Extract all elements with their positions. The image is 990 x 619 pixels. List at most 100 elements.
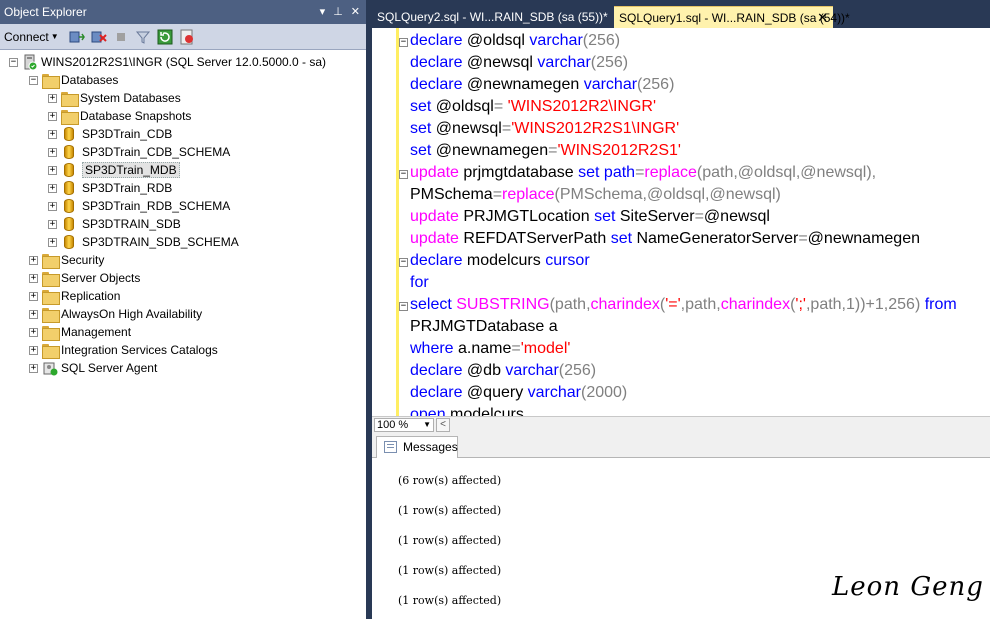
tree-node-label: Management: [61, 325, 132, 339]
zoom-select[interactable]: 100 % ▼: [374, 418, 434, 432]
tree-node-label: SP3DTrain_MDB: [82, 162, 180, 178]
message-line: (6 row(s) affected): [398, 474, 502, 487]
expand-icon[interactable]: +: [48, 111, 57, 121]
expand-icon[interactable]: +: [48, 147, 57, 157]
collapse-region-icon[interactable]: −: [399, 258, 408, 267]
folder-icon: [42, 271, 60, 287]
tree-node-database[interactable]: + SP3DTrain_RDB_SCHEMA: [48, 197, 230, 215]
tree-node-integration-services[interactable]: + Integration Services Catalogs: [29, 341, 218, 359]
sql-agent-icon: [42, 360, 58, 376]
tree-node-server[interactable]: − WINS2012R2S1\INGR (SQL Server 12.0.500…: [9, 53, 326, 71]
code-line: update prjmgtdatabase set path=replace(p…: [410, 164, 877, 181]
folder-icon: [42, 289, 60, 305]
tab-sqlquery1[interactable]: SQLQuery1.sql - WI...RAIN_SDB (sa (54))*…: [614, 6, 850, 29]
folder-icon: [42, 253, 60, 269]
server-label: WINS2012R2S1\INGR (SQL Server 12.0.5000.…: [41, 55, 327, 69]
tree-node-management[interactable]: + Management: [29, 323, 131, 341]
disconnect-icon[interactable]: [91, 29, 107, 45]
tree-node-label: System Databases: [80, 91, 181, 105]
tree-node-database[interactable]: + SP3DTRAIN_SDB: [48, 215, 181, 233]
expand-icon[interactable]: +: [29, 291, 38, 301]
signature-watermark: Leon Geng: [832, 572, 984, 602]
folder-icon: [42, 325, 60, 341]
tree-node-database[interactable]: + SP3DTrain_CDB_SCHEMA: [48, 143, 230, 161]
database-icon: [64, 127, 74, 141]
tree-node-sql-server-agent[interactable]: + SQL Server Agent: [29, 359, 157, 377]
filter-icon[interactable]: [135, 29, 151, 45]
folder-icon: [61, 109, 79, 125]
connect-label: Connect: [4, 29, 49, 44]
auto-hide-pin-icon[interactable]: ⊥: [333, 0, 343, 24]
expand-icon[interactable]: +: [29, 327, 38, 337]
close-panel-icon[interactable]: ✕: [351, 0, 360, 24]
messages-tab-label: Messages: [403, 440, 458, 454]
scroll-left-button[interactable]: <: [436, 418, 450, 432]
expand-icon[interactable]: +: [48, 237, 57, 247]
results-tabbar: Messages: [372, 432, 990, 458]
tree-node-server-objects[interactable]: + Server Objects: [29, 269, 140, 287]
expand-icon[interactable]: +: [29, 273, 38, 283]
connect-dropdown-button[interactable]: Connect ▼: [4, 30, 59, 44]
code-line: set @oldsql= 'WINS2012R2\INGR': [410, 98, 657, 115]
code-line: update PRJMGTLocation set SiteServer=@ne…: [410, 208, 770, 225]
message-line: (1 row(s) affected): [398, 534, 502, 547]
expand-icon[interactable]: +: [48, 219, 57, 229]
code-line: set @newsql='WINS2012R2S1\INGR': [410, 120, 680, 137]
panel-window-buttons[interactable]: ▾ ⊥ ✕: [320, 0, 360, 24]
tree-node-database[interactable]: + SP3DTrain_RDB: [48, 179, 172, 197]
document-tabs: SQLQuery2.sql - WI...RAIN_SDB (sa (55))*…: [372, 0, 990, 28]
collapse-icon[interactable]: −: [29, 75, 38, 85]
tree-node-label: Server Objects: [61, 271, 141, 285]
message-line: (1 row(s) affected): [398, 504, 502, 517]
query-editor[interactable]: − declare @oldsql varchar(256) declare @…: [372, 28, 990, 416]
expand-icon[interactable]: +: [48, 93, 57, 103]
stop-icon[interactable]: [113, 29, 129, 45]
code-line: declare @oldsql varchar(256): [410, 32, 621, 49]
tree-node-label: Integration Services Catalogs: [61, 343, 218, 357]
tree-node-system-databases[interactable]: + System Databases: [48, 89, 181, 107]
chevron-down-icon: ▼: [423, 420, 431, 429]
code-line: declare @query varchar(2000): [410, 384, 628, 401]
close-tab-icon[interactable]: ✕: [817, 7, 828, 29]
server-icon: [22, 54, 38, 71]
collapse-icon[interactable]: −: [9, 57, 18, 67]
object-explorer-panel: Object Explorer ▾ ⊥ ✕ Connect ▼ − WINS20…: [0, 0, 366, 619]
tree-node-replication[interactable]: + Replication: [29, 287, 120, 305]
databases-label: Databases: [61, 73, 119, 87]
expand-icon[interactable]: +: [48, 183, 57, 193]
refresh-icon[interactable]: [157, 29, 173, 45]
tree-node-alwayson[interactable]: + AlwaysOn High Availability: [29, 305, 202, 323]
tree-node-label: SP3DTrain_CDB_SCHEMA: [82, 145, 231, 159]
code-line: set @newnamegen='WINS2012R2S1': [410, 142, 681, 159]
collapse-region-icon[interactable]: −: [399, 302, 408, 311]
code-line: PMSchema=replace(PMSchema,@oldsql,@newsq…: [410, 186, 781, 203]
expand-icon[interactable]: +: [29, 345, 38, 355]
collapse-region-icon[interactable]: −: [399, 38, 408, 47]
object-explorer-toolbar: Connect ▼: [0, 24, 366, 50]
tab-messages[interactable]: Messages: [376, 436, 458, 458]
panel-options-icon[interactable]: ▾: [320, 0, 326, 24]
collapse-region-icon[interactable]: −: [399, 170, 408, 179]
expand-icon[interactable]: +: [48, 201, 57, 211]
code-line: PRJMGTDatabase a: [410, 318, 558, 335]
connect-object-explorer-icon[interactable]: [69, 29, 85, 45]
expand-icon[interactable]: +: [48, 129, 57, 139]
tree-node-label: Replication: [61, 289, 121, 303]
code-line: declare @newnamegen varchar(256): [410, 76, 675, 93]
tree-node-database[interactable]: + SP3DTRAIN_SDB_SCHEMA: [48, 233, 239, 251]
tree-node-database-selected[interactable]: + SP3DTrain_MDB: [48, 161, 180, 179]
expand-icon[interactable]: +: [29, 309, 38, 319]
expand-icon[interactable]: +: [29, 363, 38, 373]
code-line: declare modelcurs cursor: [410, 252, 590, 269]
activity-monitor-icon[interactable]: [179, 29, 195, 45]
expand-icon[interactable]: +: [29, 255, 38, 265]
tree-node-database[interactable]: + SP3DTrain_CDB: [48, 125, 172, 143]
tree-node-security[interactable]: + Security: [29, 251, 104, 269]
expand-icon[interactable]: +: [48, 165, 57, 175]
tree-node-database-snapshots[interactable]: + Database Snapshots: [48, 107, 191, 125]
code-line: for: [410, 274, 429, 291]
tree-node-databases[interactable]: − Databases: [29, 71, 118, 89]
ssms-window: Object Explorer ▾ ⊥ ✕ Connect ▼ − WINS20…: [0, 0, 990, 619]
tree-node-label: Security: [61, 253, 105, 267]
tab-sqlquery2[interactable]: SQLQuery2.sql - WI...RAIN_SDB (sa (55))*: [372, 6, 613, 28]
